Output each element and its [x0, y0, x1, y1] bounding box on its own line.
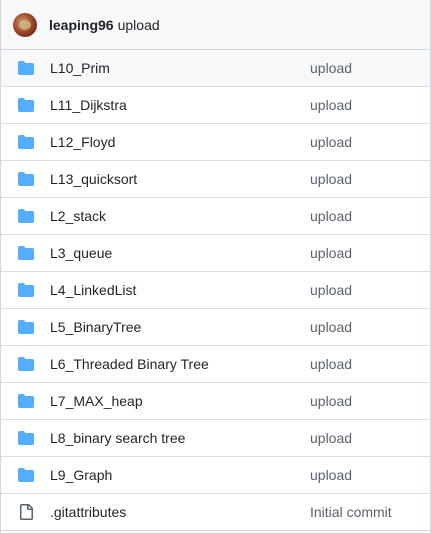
table-row[interactable]: L6_Threaded Binary Tree upload — [1, 346, 430, 383]
table-row[interactable]: L9_Graph upload — [1, 457, 430, 494]
folder-icon — [18, 319, 34, 335]
row-commit-message[interactable]: upload — [310, 393, 352, 409]
row-name[interactable]: L12_Floyd — [50, 134, 115, 150]
table-row[interactable]: L5_BinaryTree upload — [1, 309, 430, 346]
folder-icon — [18, 282, 34, 298]
file-list: L10_Prim upload L11_Dijkstra upload L12_… — [1, 50, 430, 531]
row-commit-message[interactable]: upload — [310, 282, 352, 298]
row-commit-message[interactable]: upload — [310, 245, 352, 261]
folder-icon — [18, 208, 34, 224]
folder-icon — [18, 245, 34, 261]
row-name[interactable]: .gitattributes — [50, 504, 126, 520]
table-row[interactable]: L12_Floyd upload — [1, 124, 430, 161]
row-name[interactable]: L7_MAX_heap — [50, 393, 143, 409]
row-commit-message[interactable]: upload — [310, 171, 352, 187]
row-name[interactable]: L3_queue — [50, 245, 112, 261]
file-browser: leaping96 upload L10_Prim upload L11_Dij… — [0, 0, 431, 533]
table-row[interactable]: L4_LinkedList upload — [1, 272, 430, 309]
table-row[interactable]: L11_Dijkstra upload — [1, 87, 430, 124]
row-name[interactable]: L8_binary search tree — [50, 430, 185, 446]
folder-icon — [18, 430, 34, 446]
row-commit-message[interactable]: upload — [310, 60, 352, 76]
folder-icon — [18, 467, 34, 483]
row-commit-message[interactable]: upload — [310, 430, 352, 446]
folder-icon — [18, 356, 34, 372]
row-name[interactable]: L9_Graph — [50, 467, 112, 483]
commit-author[interactable]: leaping96 — [49, 17, 114, 33]
folder-icon — [18, 171, 34, 187]
row-commit-message[interactable]: Initial commit — [310, 504, 392, 520]
table-row[interactable]: .gitattributes Initial commit — [1, 494, 430, 531]
commit-message[interactable]: upload — [118, 17, 160, 33]
row-name[interactable]: L10_Prim — [50, 60, 110, 76]
table-row[interactable]: L7_MAX_heap upload — [1, 383, 430, 420]
row-name[interactable]: L11_Dijkstra — [50, 97, 127, 113]
row-name[interactable]: L6_Threaded Binary Tree — [50, 356, 209, 372]
row-commit-message[interactable]: upload — [310, 208, 352, 224]
row-commit-message[interactable]: upload — [310, 134, 352, 150]
row-name[interactable]: L2_stack — [50, 208, 106, 224]
file-icon — [18, 504, 34, 520]
row-name[interactable]: L4_LinkedList — [50, 282, 136, 298]
folder-icon — [18, 97, 34, 113]
table-row[interactable]: L3_queue upload — [1, 235, 430, 272]
folder-icon — [18, 393, 34, 409]
row-commit-message[interactable]: upload — [310, 467, 352, 483]
row-name[interactable]: L13_quicksort — [50, 171, 137, 187]
latest-commit-header: leaping96 upload — [1, 0, 430, 50]
table-row[interactable]: L10_Prim upload — [1, 50, 430, 87]
table-row[interactable]: L8_binary search tree upload — [1, 420, 430, 457]
row-commit-message[interactable]: upload — [310, 356, 352, 372]
avatar[interactable] — [13, 12, 37, 37]
table-row[interactable]: L13_quicksort upload — [1, 161, 430, 198]
table-row[interactable]: L2_stack upload — [1, 198, 430, 235]
row-name[interactable]: L5_BinaryTree — [50, 319, 141, 335]
row-commit-message[interactable]: upload — [310, 97, 352, 113]
row-commit-message[interactable]: upload — [310, 319, 352, 335]
folder-icon — [18, 60, 34, 76]
folder-icon — [18, 134, 34, 150]
